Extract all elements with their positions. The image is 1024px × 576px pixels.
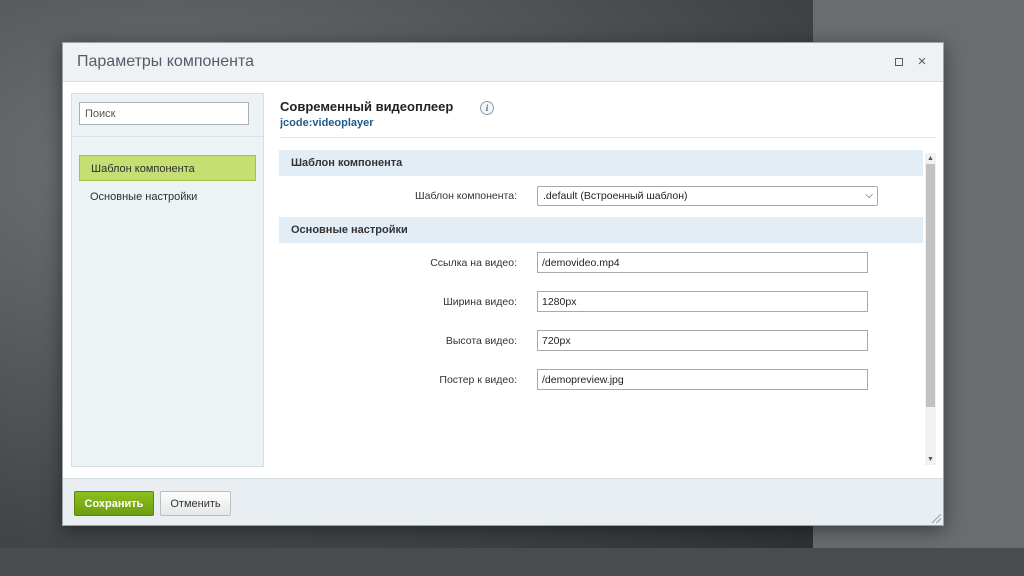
template-label: Шаблон компонента: [415,190,517,202]
sidebar: Шаблон компонента Основные настройки [71,93,264,467]
dialog-title: Параметры компонента [77,53,254,70]
sidebar-item-template[interactable]: Шаблон компонента [79,155,256,181]
scroll-thumb[interactable] [926,164,935,407]
scroll-up-icon[interactable]: ▲ [925,153,936,164]
info-icon[interactable]: i [480,101,494,115]
background-bottom [0,548,1024,576]
sidebar-item-main-settings[interactable]: Основные настройки [79,184,256,210]
chevron-down-icon: ⌵ [865,190,873,201]
video-url-label: Ссылка на видео: [430,257,517,269]
save-button[interactable]: Сохранить [74,491,154,516]
video-height-input[interactable] [537,330,868,351]
resize-grip-icon[interactable] [932,514,941,523]
video-poster-input[interactable] [537,369,868,390]
video-width-label: Ширина видео: [443,296,517,308]
dialog-titlebar[interactable]: Параметры компонента × [63,43,943,82]
video-height-label: Высота видео: [445,335,517,347]
cancel-button[interactable]: Отменить [160,491,231,516]
template-select-value: .default (Встроенный шаблон) [543,190,688,202]
video-url-input[interactable] [537,252,868,273]
component-header: Современный видеоплеер i jcode:videoplay… [280,98,936,138]
search-input[interactable] [79,102,249,125]
maximize-icon[interactable] [892,55,906,69]
section-header-main: Основные настройки [279,217,923,243]
component-code: jcode:videoplayer [280,117,374,129]
template-select[interactable]: .default (Встроенный шаблон) ⌵ [537,186,878,206]
section-header-template: Шаблон компонента [279,150,923,176]
content-scrollbar[interactable]: ▲ ▼ [925,153,936,465]
settings-content: Шаблон компонента Шаблон компонента: .de… [279,150,925,462]
sidebar-divider [72,136,263,137]
component-params-dialog: Параметры компонента × Шаблон компонента… [62,42,944,526]
video-poster-label: Постер к видео: [439,374,517,386]
video-width-input[interactable] [537,291,868,312]
dialog-footer: Сохранить Отменить [63,478,943,525]
scroll-down-icon[interactable]: ▼ [925,454,936,465]
close-icon[interactable]: × [915,54,929,69]
component-title: Современный видеоплеер [280,99,454,114]
